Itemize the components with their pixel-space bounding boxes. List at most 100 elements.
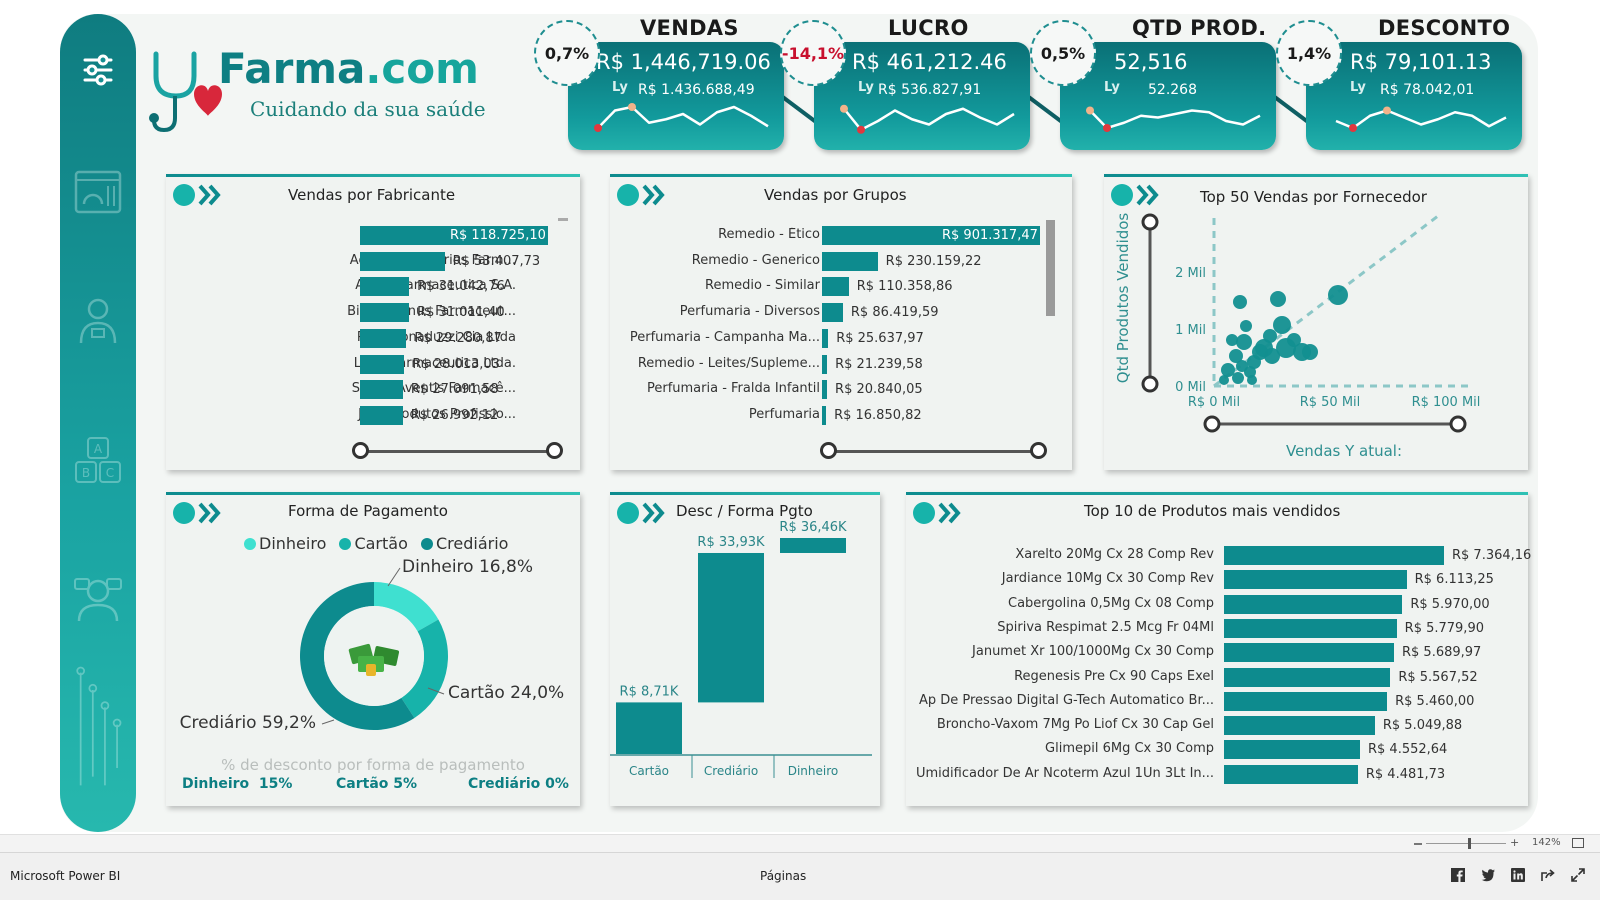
scatter-point[interactable] [1236,360,1248,372]
bar[interactable] [360,303,410,323]
bar[interactable] [1224,667,1391,687]
scatter-point[interactable] [1270,291,1286,307]
kpi-title: LUCRO [888,16,969,40]
filter-sliders-icon[interactable] [72,44,124,96]
y-tick-label: 2 Mil [1175,266,1206,281]
bar-data-label: R$ 4.481,73 [1365,766,1446,782]
zoom-slider-handle[interactable] [1468,838,1471,849]
bar-category-label: Xarelto 20Mg Cx 28 Comp Rev [1015,547,1214,562]
bar[interactable] [360,251,445,271]
scatter-point[interactable] [1263,329,1277,343]
bar[interactable] [822,328,829,348]
fornecedor-scatter-panel: Top 50 Vendas por Fornecedor 0 Mil 1 Mil 2… [1104,174,1528,470]
waterfall-bar[interactable] [698,552,764,703]
bar[interactable] [360,328,407,348]
panel-accent-line [166,174,580,177]
scatter-point[interactable] [1236,334,1252,350]
scatter-point[interactable] [1328,285,1348,305]
facebook-icon[interactable] [1450,867,1466,883]
donut-leader-line [387,567,401,587]
bar[interactable] [1224,740,1360,760]
bar[interactable] [360,277,410,297]
linkedin-icon[interactable] [1510,867,1526,883]
panel-accent-line [610,174,1072,177]
bar[interactable] [822,405,827,425]
pages-button[interactable]: Páginas [760,869,806,883]
sparkline-min-marker [1103,124,1111,132]
scatter-point[interactable] [1219,375,1229,385]
range-slider-start-knob[interactable] [352,442,369,459]
bar-data-label: R$ 5.567,52 [1398,669,1478,685]
waterfall-category-label: Cartão [629,764,669,778]
scatter-point[interactable] [1233,295,1247,309]
bar-data-label: R$ 5.460,00 [1395,693,1475,709]
support-page-icon[interactable] [72,572,124,624]
scatter-point[interactable] [1226,334,1238,346]
vendas-grupos-title: Vendas por Grupos [764,186,907,204]
bar[interactable] [1224,594,1403,614]
fit-page-icon[interactable] [1572,838,1584,848]
scatter-point[interactable] [1273,316,1291,334]
sparkline-path [843,107,1015,131]
y-range-slider-top-knob[interactable] [1141,213,1159,231]
bar[interactable] [1224,643,1394,663]
twitter-icon[interactable] [1480,867,1496,883]
bar[interactable] [1224,570,1407,590]
y-range-slider-bottom-knob[interactable] [1141,375,1159,393]
zoom-in-button[interactable]: + [1510,836,1519,849]
scrollbar-handle[interactable] [558,218,568,221]
bar-data-label: R$ 16.850,82 [834,407,922,423]
range-slider-end-knob[interactable] [546,442,563,459]
vendas-grupos-panel: Vendas por Grupos Remedio - Ético R$ 901.… [610,174,1072,470]
zoom-out-button[interactable] [1414,843,1422,845]
share-icon[interactable] [1540,867,1556,883]
abc-page-icon[interactable]: AB C [72,434,124,486]
kpi-value: R$ 79,101.13 [1350,50,1492,74]
bar-category-label: Umidificador De Ar Ncoterm Azul 1Un 3Lt … [916,765,1214,781]
bar[interactable] [822,380,828,400]
range-slider-end-knob[interactable] [1030,442,1047,459]
vertical-scrollbar[interactable] [1046,220,1055,316]
brand-name-suffix: .com [365,44,479,93]
fornecedor-scatter-chart: 0 Mil 1 Mil 2 Mil R$ 0 Mil R$ 50 Mil R$ 100 M… [1114,213,1480,460]
x-range-slider-end-knob[interactable] [1449,415,1467,433]
circuit-decoration-icon [72,654,124,804]
fullscreen-icon[interactable] [1570,867,1586,883]
bar[interactable] [360,354,405,374]
scatter-point[interactable] [1302,344,1318,360]
bar[interactable] [1224,764,1358,784]
bar[interactable] [822,354,828,374]
waterfall-bar[interactable] [616,702,682,754]
range-slider-track[interactable] [828,450,1040,453]
bar[interactable] [822,251,878,271]
bar-category-label: Remedio - Leites/Supleme... [637,355,820,371]
scatter-point[interactable] [1247,375,1257,385]
bar[interactable] [1224,618,1397,638]
desconto-value: 5% [393,776,418,792]
bar[interactable] [360,380,403,400]
bar[interactable] [822,277,849,297]
x-range-slider-start-knob[interactable] [1203,415,1221,433]
desconto-name: Dinheiro [182,776,250,792]
dashboard-page-icon[interactable] [72,166,124,218]
bar[interactable] [1224,546,1444,565]
bar[interactable] [360,405,403,425]
zoom-slider-track[interactable] [1426,843,1506,844]
brand-name: Farma.com [218,44,479,93]
bar-data-label: R$ 230.159,22 [885,253,982,269]
waterfall-bar[interactable] [780,538,846,553]
bar[interactable] [822,303,843,323]
bar[interactable] [1224,716,1375,736]
scatter-point[interactable] [1252,344,1268,360]
sparkline-path [1335,109,1507,130]
vendas-fabricante-bar-chart: Eurofarma Laboratori...R$ 118.725,10Ache… [166,222,580,432]
scatter-point[interactable] [1232,372,1244,384]
bar-data-label: R$ 7.364,16 [1452,548,1532,563]
pharmacist-page-icon[interactable] [72,294,124,346]
scatter-point[interactable] [1240,320,1252,332]
bar[interactable] [1224,691,1388,711]
range-slider-start-knob[interactable] [820,442,837,459]
y-tick-label: 1 Mil [1175,323,1206,338]
bar-category-label: Cabergolina 0,5Mg Cx 08 Comp [1008,595,1214,611]
range-slider-track[interactable] [360,450,556,453]
